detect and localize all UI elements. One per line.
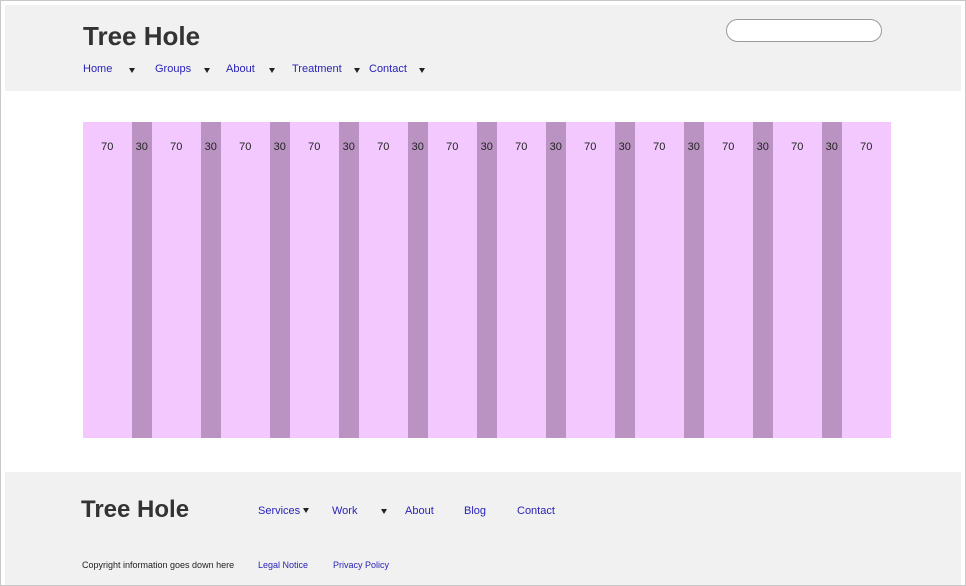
footer-logo[interactable]: Tree Hole (81, 496, 189, 524)
grid-gutter: 30 (683, 122, 704, 438)
column-width-label: 30 (549, 141, 562, 153)
column-width-label: 70 (584, 141, 597, 153)
column-width-label: 30 (411, 141, 424, 153)
footer-nav-contact[interactable]: Contact (517, 505, 555, 517)
grid-column: 70 (290, 122, 339, 438)
page-frame: Tree Hole Home Groups About Treatment Co… (0, 0, 966, 586)
site-footer: Tree Hole Services Work About Blog Conta… (5, 472, 961, 585)
layout-grid: 70 30 70 30 70 30 70 30 70 30 70 30 70 30 70 30 70 30 70 30… (83, 122, 891, 438)
footer-nav-blog[interactable]: Blog (464, 505, 486, 517)
column-width-label: 30 (618, 141, 631, 153)
grid-gutter: 30 (131, 122, 152, 438)
grid-column: 70 (497, 122, 546, 438)
grid-column: 70 (704, 122, 753, 438)
column-width-label: 70 (101, 141, 114, 153)
column-width-label: 30 (687, 141, 700, 153)
site-header: Tree Hole Home Groups About Treatment Co… (5, 5, 961, 91)
column-width-label: 70 (653, 141, 666, 153)
grid-column: 70 (635, 122, 684, 438)
chevron-down-icon[interactable] (354, 68, 360, 73)
chevron-down-icon[interactable] (129, 68, 135, 73)
site-logo[interactable]: Tree Hole (83, 21, 200, 52)
grid-column: 70 (83, 122, 132, 438)
grid-gutter: 30 (821, 122, 842, 438)
column-width-label: 30 (273, 141, 286, 153)
footer-nav-work[interactable]: Work (332, 505, 357, 517)
grid-gutter: 30 (752, 122, 773, 438)
nav-item-home[interactable]: Home (83, 63, 112, 75)
column-width-label: 30 (480, 141, 493, 153)
grid-column: 70 (359, 122, 408, 438)
grid-gutter: 30 (338, 122, 359, 438)
grid-column: 70 (428, 122, 477, 438)
nav-item-contact[interactable]: Contact (369, 63, 407, 75)
chevron-down-icon[interactable] (269, 68, 275, 73)
grid-gutter: 30 (476, 122, 497, 438)
privacy-policy-link[interactable]: Privacy Policy (333, 560, 389, 570)
column-width-label: 70 (170, 141, 183, 153)
nav-item-groups[interactable]: Groups (155, 63, 191, 75)
column-width-label: 30 (135, 141, 148, 153)
column-width-label: 70 (308, 141, 321, 153)
footer-nav-about[interactable]: About (405, 505, 434, 517)
chevron-down-icon[interactable] (303, 508, 309, 513)
grid-column: 70 (221, 122, 270, 438)
chevron-down-icon[interactable] (381, 509, 387, 514)
grid-column: 70 (773, 122, 822, 438)
footer-nav-services[interactable]: Services (258, 505, 300, 517)
chevron-down-icon[interactable] (419, 68, 425, 73)
column-width-label: 70 (446, 141, 459, 153)
column-width-label: 70 (722, 141, 735, 153)
column-width-label: 30 (342, 141, 355, 153)
legal-notice-link[interactable]: Legal Notice (258, 560, 308, 570)
chevron-down-icon[interactable] (204, 68, 210, 73)
grid-column: 70 (152, 122, 201, 438)
nav-item-treatment[interactable]: Treatment (292, 63, 342, 75)
column-width-label: 70 (791, 141, 804, 153)
grid-gutter: 30 (200, 122, 221, 438)
column-width-label: 30 (756, 141, 769, 153)
grid-column: 70 (842, 122, 891, 438)
search-input[interactable] (726, 19, 882, 42)
grid-gutter: 30 (614, 122, 635, 438)
grid-gutter: 30 (269, 122, 290, 438)
column-width-label: 30 (825, 141, 838, 153)
column-width-label: 70 (515, 141, 528, 153)
column-width-label: 30 (204, 141, 217, 153)
grid-column: 70 (566, 122, 615, 438)
column-width-label: 70 (239, 141, 252, 153)
column-width-label: 70 (377, 141, 390, 153)
nav-item-about[interactable]: About (226, 63, 255, 75)
grid-gutter: 30 (545, 122, 566, 438)
copyright-text: Copyright information goes down here (82, 560, 235, 570)
grid-gutter: 30 (407, 122, 428, 438)
column-width-label: 70 (860, 141, 873, 153)
